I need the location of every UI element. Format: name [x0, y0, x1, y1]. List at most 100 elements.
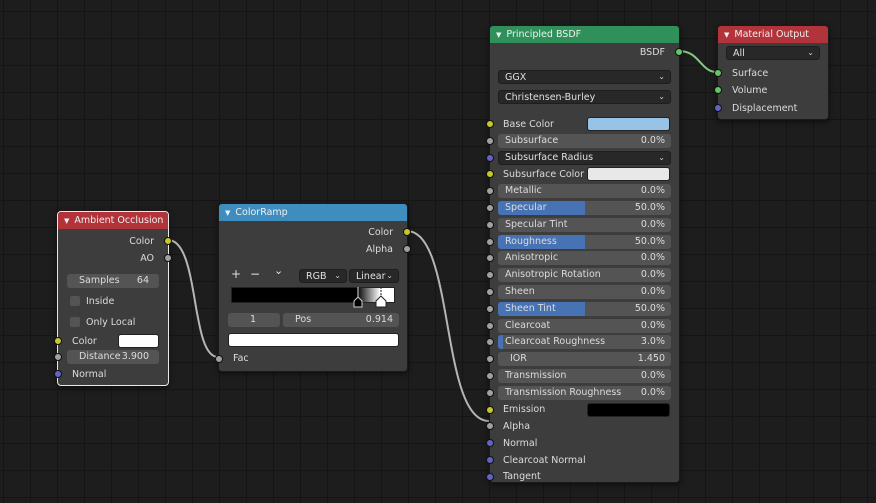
chevron-down-icon[interactable]: ⌄ [274, 264, 283, 277]
ramp-stop-index-field[interactable]: 1 [228, 313, 280, 327]
chevron-down-icon: ⌄ [386, 271, 393, 280]
bsdf-clearcoat-socket[interactable] [486, 321, 494, 330]
bsdf-output-socket[interactable] [675, 48, 683, 56]
bsdf-clearcoat-normal-socket[interactable] [486, 456, 494, 464]
ao-only-local-checkbox[interactable] [70, 317, 80, 327]
bsdf-specular-field[interactable]: Specular 50.0% [498, 201, 671, 215]
ao-distance-field[interactable]: Distance 3.900 [67, 350, 159, 364]
bsdf-base-color-swatch[interactable] [587, 117, 670, 131]
add-stop-button[interactable]: + [231, 267, 241, 281]
remove-stop-button[interactable]: − [250, 267, 260, 281]
link-ao-color-to-ramp-fac[interactable] [167, 239, 219, 358]
bsdf-sheen-tint-field[interactable]: Sheen Tint 50.0% [498, 301, 671, 316]
link-ramp-color-to-bsdf-alpha[interactable] [406, 230, 490, 422]
bsdf-subsurface-socket[interactable] [486, 136, 494, 145]
triangle-down-icon[interactable]: ▼ [64, 217, 69, 225]
bsdf-transmission-roughness-field[interactable]: Transmission Roughness 0.0% [498, 385, 671, 400]
bsdf-roughness-socket[interactable] [486, 237, 494, 246]
color-ramp-node[interactable]: ▼ ColorRamp Color Alpha + − ⌄ RGB ⌄ Line… [215, 203, 411, 372]
bsdf-anisotropic-field[interactable]: Anisotropic 0.0% [498, 251, 671, 266]
bsdf-tangent-socket[interactable] [486, 472, 494, 481]
ao-color-output-socket[interactable] [164, 237, 172, 245]
bsdf-base-color-socket[interactable] [486, 120, 494, 128]
ramp-color-mode-value: RGB [306, 270, 327, 282]
bsdf-transmission-label: Transmission [505, 370, 567, 381]
ao-samples-field[interactable]: Samples 64 [67, 274, 159, 288]
ao-normal-input-socket[interactable] [54, 370, 62, 378]
bsdf-transmission-roughness-value: 0.0% [640, 386, 665, 398]
output-node-header[interactable]: ▼ Material Output [718, 26, 828, 43]
triangle-down-icon[interactable]: ▼ [496, 31, 501, 39]
bsdf-metallic-field[interactable]: Metallic 0.0% [498, 184, 671, 199]
ramp-node-header[interactable]: ▼ ColorRamp [219, 204, 407, 221]
bsdf-subsurface-radius-socket[interactable] [486, 153, 494, 162]
ramp-stop-color-swatch[interactable] [228, 333, 399, 347]
bsdf-subsurface-method-dropdown[interactable]: Christensen-Burley ⌄ [498, 90, 671, 104]
ao-ao-output-socket[interactable] [164, 254, 172, 262]
triangle-down-icon[interactable]: ▼ [724, 31, 729, 39]
bsdf-clearcoat-roughness-label: Clearcoat Roughness [505, 336, 606, 348]
bsdf-alpha-socket[interactable] [486, 422, 494, 431]
bsdf-specular-socket[interactable] [486, 204, 494, 212]
bsdf-anisotropic-rotation-socket[interactable] [486, 271, 494, 280]
bsdf-emission-socket[interactable] [486, 405, 494, 414]
principled-bsdf-node[interactable]: ▼ Principled BSDF BSDF GGX ⌄ Christensen… [486, 25, 683, 483]
bsdf-subsurface-color-swatch[interactable] [587, 167, 670, 182]
bsdf-sheen-field[interactable]: Sheen 0.0% [498, 285, 671, 299]
bsdf-distribution-dropdown[interactable]: GGX ⌄ [498, 70, 671, 84]
bsdf-base-color-label: Base Color [503, 118, 554, 130]
bsdf-metallic-socket[interactable] [486, 187, 494, 196]
ramp-stop-white-active[interactable] [375, 287, 387, 308]
ramp-stop-pos-field[interactable]: Pos 0.914 [283, 313, 399, 327]
ramp-alpha-output-socket[interactable] [403, 245, 411, 253]
ramp-pos-label: Pos [295, 314, 312, 325]
ambient-occlusion-node[interactable]: ▼ Ambient Occlusion Color AO Samples 64 … [54, 211, 172, 386]
output-surface-socket[interactable] [714, 69, 722, 77]
material-output-node[interactable]: ▼ Material Output All ⌄ Surface Volume D… [714, 25, 829, 120]
bsdf-subsurface-radius-dropdown[interactable]: Subsurface Radius ⌄ [498, 150, 671, 165]
bsdf-ior-label: IOR [510, 353, 527, 365]
bsdf-roughness-field[interactable]: Roughness 50.0% [498, 234, 671, 249]
bsdf-subsurface-color-socket[interactable] [486, 170, 494, 179]
bsdf-specular-tint-field[interactable]: Specular Tint 0.0% [498, 217, 671, 232]
triangle-down-icon[interactable]: ▼ [225, 209, 230, 217]
output-target-dropdown[interactable]: All ⌄ [726, 46, 820, 60]
output-displacement-socket[interactable] [714, 104, 722, 112]
bsdf-transmission-roughness-socket[interactable] [486, 388, 494, 397]
chevron-down-icon: ⌄ [658, 72, 665, 81]
output-displacement-label: Displacement [732, 102, 798, 114]
bsdf-sheen-tint-label: Sheen Tint [505, 302, 556, 314]
bsdf-sheen-socket[interactable] [486, 288, 494, 296]
ramp-pos-value: 0.914 [365, 314, 393, 325]
bsdf-anisotropic-rotation-field[interactable]: Anisotropic Rotation 0.0% [498, 268, 671, 283]
ao-distance-input-socket[interactable] [54, 353, 62, 361]
ramp-color-mode-dropdown[interactable]: RGB ⌄ [299, 269, 347, 283]
bsdf-subsurface-field[interactable]: Subsurface 0.0% [498, 133, 671, 148]
ramp-fac-input-socket[interactable] [215, 355, 223, 363]
bsdf-specular-tint-socket[interactable] [486, 220, 494, 229]
ramp-interpolation-dropdown[interactable]: Linear ⌄ [349, 269, 399, 283]
ao-color-swatch[interactable] [118, 334, 159, 348]
bsdf-anisotropic-socket[interactable] [486, 254, 494, 263]
ao-node-header[interactable]: ▼ Ambient Occlusion [58, 212, 168, 229]
bsdf-sheen-tint-socket[interactable] [486, 304, 494, 313]
bsdf-specular-tint-value: 0.0% [640, 218, 665, 230]
bsdf-emission-swatch[interactable] [587, 402, 670, 417]
bsdf-clearcoat-roughness-field[interactable]: Clearcoat Roughness 3.0% [498, 335, 671, 350]
bsdf-ior-socket[interactable] [486, 355, 494, 364]
color-ramp-stop-markers[interactable] [231, 287, 395, 309]
bsdf-normal-socket[interactable] [486, 439, 494, 448]
bsdf-clearcoat-roughness-socket[interactable] [486, 338, 494, 347]
bsdf-clearcoat-field[interactable]: Clearcoat 0.0% [498, 318, 671, 333]
link-bsdf-to-output-surface[interactable] [678, 50, 718, 73]
ao-inside-checkbox[interactable] [70, 296, 80, 306]
bsdf-transmission-socket[interactable] [486, 372, 494, 380]
ramp-color-output-socket[interactable] [403, 228, 411, 236]
bsdf-node-header[interactable]: ▼ Principled BSDF [490, 26, 679, 43]
bsdf-transmission-roughness-label: Transmission Roughness [505, 386, 622, 398]
bsdf-ior-field[interactable]: IOR 1.450 [498, 352, 671, 367]
output-volume-socket[interactable] [714, 86, 722, 94]
ramp-stop-black[interactable] [353, 287, 363, 308]
ao-color-input-socket[interactable] [54, 337, 62, 345]
bsdf-transmission-field[interactable]: Transmission 0.0% [498, 369, 671, 383]
